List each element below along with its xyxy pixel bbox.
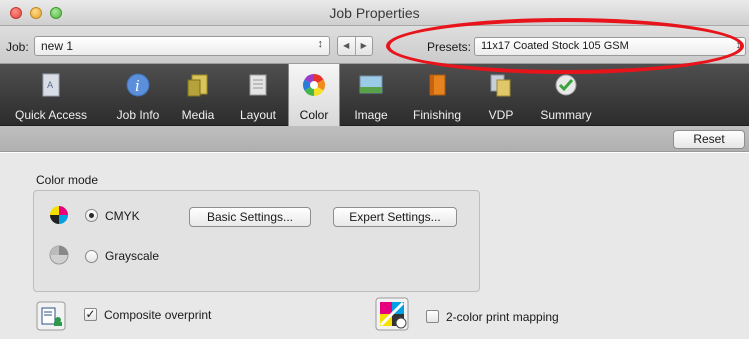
layout-icon (249, 74, 267, 96)
job-nav-buttons: ◀ ▶ (337, 36, 373, 56)
tab-quick-access[interactable]: A Quick Access (0, 64, 102, 126)
job-select-value: new 1 (41, 39, 74, 53)
reset-button[interactable]: Reset (673, 130, 745, 149)
tab-label: Color (299, 108, 329, 122)
expert-settings-button[interactable]: Expert Settings... (333, 207, 457, 227)
presets-label: Presets: (427, 40, 472, 54)
tab-vdp[interactable]: VDP (478, 64, 524, 126)
grayscale-label: Grayscale (105, 249, 160, 263)
info-icon: i (126, 73, 150, 97)
tab-label: VDP (488, 108, 514, 122)
tab-label: Job Info (116, 108, 160, 122)
color-mode-group: CMYK Basic Settings... Expert Settings..… (33, 190, 480, 292)
cmyk-radio[interactable] (85, 209, 98, 222)
two-color-mapping-icon (375, 297, 409, 331)
color-mode-heading: Color mode (36, 173, 99, 187)
tab-summary[interactable]: Summary (534, 64, 598, 126)
composite-overprint-icon (36, 301, 66, 331)
select-arrows-icon: ↕ (735, 39, 742, 51)
quick-access-icon: A (42, 73, 60, 97)
basic-settings-button[interactable]: Basic Settings... (189, 207, 311, 227)
color-panel: Color mode CMYK Basic Settings... Expert… (0, 153, 749, 339)
media-icon (187, 74, 208, 97)
grayscale-icon (49, 245, 69, 265)
title-bar: Job Properties (0, 0, 749, 26)
summary-check-icon (555, 74, 577, 96)
tab-label: Summary (540, 108, 592, 122)
tab-label: Image (354, 108, 388, 122)
job-label: Job: (6, 40, 29, 54)
tab-label: Layout (239, 108, 277, 122)
job-bar: Job: new 1 ↕ ◀ ▶ Presets: 11x17 Coated S… (0, 26, 749, 64)
tab-label: Quick Access (14, 108, 88, 122)
cmyk-label: CMYK (105, 209, 140, 223)
tab-finishing[interactable]: Finishing (404, 64, 470, 126)
finishing-icon (429, 74, 446, 96)
window-title: Job Properties (329, 5, 420, 21)
previous-job-button[interactable]: ◀ (338, 37, 356, 55)
grayscale-radio[interactable] (85, 250, 98, 263)
tab-label: Media (181, 108, 215, 122)
color-wheel-icon (303, 74, 325, 96)
tab-media[interactable]: Media (172, 64, 224, 126)
composite-overprint-label: Composite overprint (104, 308, 212, 322)
toolbar: A Quick Access i Job Info Media Layout C… (0, 64, 749, 126)
svg-text:A: A (47, 81, 54, 91)
image-icon (359, 75, 383, 94)
tab-color[interactable]: Color (288, 64, 340, 126)
cmyk-icon (50, 206, 68, 224)
composite-overprint-checkbox[interactable]: ✓ (84, 308, 97, 321)
next-job-button[interactable]: ▶ (356, 37, 373, 55)
svg-text:i: i (135, 77, 140, 95)
presets-select-value: 11x17 Coated Stock 105 GSM (481, 40, 629, 52)
tab-image[interactable]: Image (344, 64, 398, 126)
vdp-icon (490, 74, 511, 97)
tab-job-info[interactable]: i Job Info (108, 64, 168, 126)
two-color-mapping-label: 2-color print mapping (446, 310, 559, 324)
tab-label: Finishing (412, 108, 462, 122)
two-color-mapping-checkbox[interactable] (426, 310, 439, 323)
tab-layout[interactable]: Layout (230, 64, 286, 126)
job-select[interactable]: new 1 ↕ (34, 36, 330, 56)
action-band: Reset (0, 126, 749, 152)
select-arrows-icon: ↕ (317, 38, 324, 50)
presets-select[interactable]: 11x17 Coated Stock 105 GSM ↕ (474, 37, 746, 56)
